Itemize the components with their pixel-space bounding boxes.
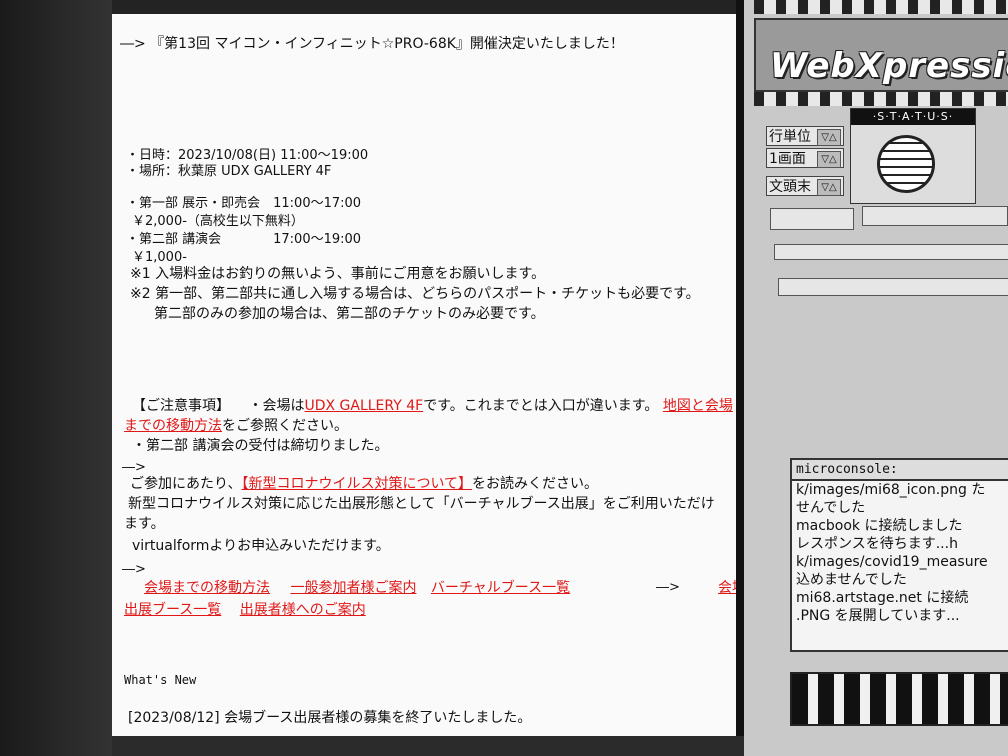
nav-link-virtual-booths[interactable]: バーチャルブース一覧 (431, 580, 570, 596)
status-field-left (770, 208, 854, 230)
note1-line: ※1 入場料金はお釣りの無いよう、事前にご用意をお願いします。 (130, 266, 546, 282)
console-line: .PNG を展開しています... (796, 608, 960, 624)
status-box: ·S·T·A·T·U·S· (850, 108, 976, 204)
scroll-arrows-icon[interactable]: ▽△ (817, 129, 841, 146)
console-title: microconsole: (792, 460, 1008, 481)
status-title: ·S·T·A·T·U·S· (851, 109, 975, 125)
arrow-marker-2: ―> (122, 562, 146, 577)
console-line: せんでした (796, 500, 866, 516)
caution-label: 【ご注意事項】 (132, 398, 230, 414)
browser-side-panel: WebXpressio 行単位 ▽△ 1画面 ▽△ 文頭末 ▽△ ·S·T·A·… (744, 0, 1008, 756)
panel-divider (736, 0, 744, 756)
caution-line-2: までの移動方法をご参照ください。 (124, 418, 348, 434)
part1-line: ・第一部 展示・即売会 11:00～17:00 (126, 196, 362, 211)
scroll-edge-button[interactable]: 文頭末 ▽△ (766, 176, 844, 196)
console-line: k/images/covid19_measure (796, 554, 988, 570)
console-line: k/images/mi68_icon.png た (796, 482, 986, 498)
url-field[interactable] (778, 278, 1008, 296)
scroll-page-button[interactable]: 1画面 ▽△ (766, 148, 844, 168)
console-line: レスポンスを待ちます...h (796, 536, 958, 552)
covid-text-a: ご参加にあたり、 (130, 476, 242, 492)
caution-text-c: をご参照ください。 (222, 418, 348, 434)
microconsole: microconsole: k/images/mi68_icon.png た せ… (790, 458, 1008, 652)
arrow-marker-3: ―> (656, 580, 680, 595)
console-line: 込めませんでした (796, 572, 907, 588)
monitor-bezel-left (0, 0, 112, 756)
price2-line: ￥1,000- (132, 250, 187, 265)
news-item: [2023/08/12] 会場ブース出展者様の募集を終了いたしました。 (128, 710, 532, 726)
status-field-right (862, 206, 1008, 226)
caution-text-b: です。これまでとは入口が違います。 (423, 398, 659, 414)
place-line: ・場所：秋葉原 UDX GALLERY 4F (126, 164, 332, 179)
map-link[interactable]: 地図と会場 (663, 398, 733, 414)
nav-link-general-guide[interactable]: 一般参加者様ご案内 (290, 580, 416, 596)
caution-line: 【ご注意事項】 ・会場はUDX GALLERY 4Fです。これまでとは入口が違い… (132, 398, 733, 414)
nav-link-booth-list[interactable]: 出展ブース一覧 (124, 602, 221, 618)
virtual-booth-line: 新型コロナウイルス対策に応じた出展形態として「バーチャルブース出展」をご利用いた… (128, 496, 715, 512)
virtualform-line: virtualformよりお申込みいただけます。 (132, 538, 390, 554)
console-line: macbook に接続しました (796, 518, 963, 534)
nav-links-row-2: 出展ブース一覧 出展者様へのご案内 (124, 602, 366, 618)
arrow-marker-1: ―> (122, 460, 146, 475)
webxpression-logo: WebXpressio (754, 18, 1008, 92)
map-link-continued[interactable]: までの移動方法 (124, 418, 222, 434)
covid-line: ご参加にあたり、【新型コロナウイルス対策について】をお読みください。 (130, 476, 598, 492)
note2-sub-line: 第二部のみの参加の場合は、第二部のチケットのみ必要です。 (154, 306, 545, 322)
decorative-stripes-top (754, 0, 1008, 14)
covid-text-b: をお読みください。 (472, 476, 599, 492)
progress-bar (774, 244, 1008, 260)
whats-new-heading: What's New (124, 673, 197, 687)
venue-link[interactable]: UDX GALLERY 4F (304, 398, 423, 414)
nav-links-row: 会場までの移動方法 一般参加者様ご案内 バーチャルブース一覧 (144, 580, 570, 596)
closed-notice: ・第二部 講演会の受付は締切りました。 (132, 438, 389, 454)
caution-text-a: ・会場は (248, 398, 305, 414)
decorative-stripes-mid (754, 92, 1008, 106)
scroll-line-label: 行単位 (769, 129, 811, 145)
note2-line: ※2 第一部、第二部共に通し入場する場合は、どちらのパスポート・チケットも必要で… (130, 286, 700, 302)
scroll-line-button[interactable]: 行単位 ▽△ (766, 126, 844, 146)
browser-content[interactable]: ―> 『第13回 マイコン・インフィニット☆PRO-68K』開催決定いたしました… (112, 14, 736, 736)
scroll-edge-label: 文頭末 (769, 179, 811, 195)
virtual-booth-line-2: ます。 (124, 516, 165, 532)
decorative-film-strip (790, 672, 1008, 726)
logo-text: WebXpressio (770, 46, 1008, 86)
part2-line: ・第二部 講演会 17:00～19:00 (126, 232, 362, 247)
scroll-page-label: 1画面 (769, 151, 806, 167)
scroll-arrows-icon[interactable]: ▽△ (817, 151, 841, 168)
globe-icon (877, 135, 935, 193)
date-line: ・日時：2023/10/08(日) 11:00～19:00 (126, 148, 369, 163)
event-headline: ―> 『第13回 マイコン・インフィニット☆PRO-68K』開催決定いたしました… (120, 36, 624, 52)
price1-line: ￥2,000-（高校生以下無料） (132, 214, 304, 229)
nav-link-access[interactable]: 会場までの移動方法 (144, 580, 270, 596)
console-line: mi68.artstage.net に接続 (796, 590, 969, 606)
nav-link-venue[interactable]: 会場 (718, 580, 736, 596)
monitor-bezel-bottom (112, 736, 744, 756)
nav-link-exhibitor-guide[interactable]: 出展者様へのご案内 (240, 602, 366, 618)
scroll-arrows-icon[interactable]: ▽△ (817, 179, 841, 196)
covid-measures-link[interactable]: 【新型コロナウイルス対策について】 (241, 476, 472, 492)
